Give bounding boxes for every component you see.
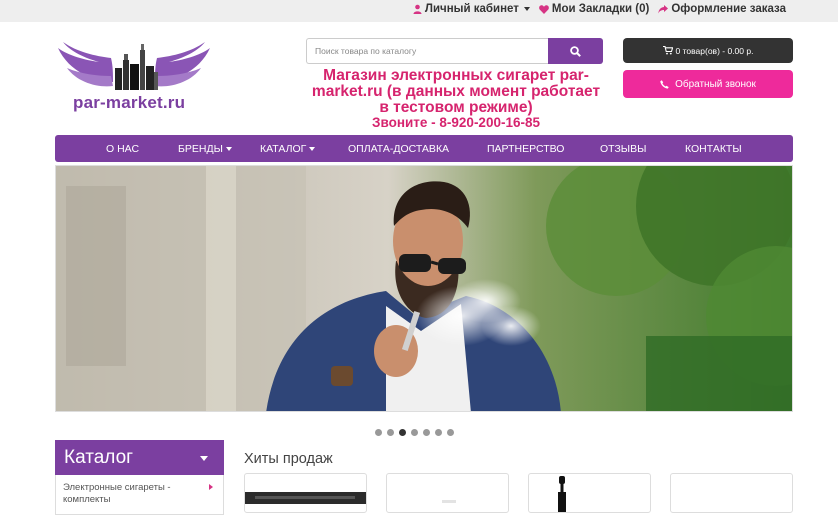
slider-dot[interactable] bbox=[387, 429, 394, 436]
phone-icon bbox=[660, 79, 669, 89]
nav-item-catalog[interactable]: КАТАЛОГ bbox=[260, 135, 316, 162]
product-card[interactable] bbox=[244, 473, 367, 513]
logo-text: par-market.ru bbox=[73, 93, 186, 112]
cart-button[interactable]: 0 товар(ов) - 0.00 р. bbox=[623, 38, 793, 63]
slider-pagination bbox=[375, 429, 454, 436]
nav-label: КОНТАКТЫ bbox=[685, 142, 742, 155]
section-title-bestsellers: Хиты продаж bbox=[244, 451, 333, 467]
slider-dot[interactable] bbox=[447, 429, 454, 436]
account-link[interactable]: Личный кабинет bbox=[413, 3, 530, 15]
nav-label: О НАС bbox=[106, 142, 140, 155]
main-nav: О НАС БРЕНДЫ КАТАЛОГ ОПЛАТА-ДОСТАВКА ПАР… bbox=[55, 135, 793, 162]
nav-label: ОТЗЫВЫ bbox=[600, 142, 647, 155]
callback-button[interactable]: Обратный звонок bbox=[623, 70, 793, 98]
chevron-down-icon bbox=[523, 7, 530, 11]
nav-label: ПАРТНЕРСТВО bbox=[487, 142, 565, 155]
catalog-item-e-cigarettes-kits[interactable]: Электронные сигареты - комплекты bbox=[63, 482, 203, 506]
account-label: Личный кабинет bbox=[424, 3, 519, 15]
phone-number: Звоните - 8-920-200-16-85 bbox=[372, 115, 540, 130]
checkout-link[interactable]: Оформление заказа bbox=[658, 3, 786, 15]
product-card[interactable] bbox=[386, 473, 509, 513]
search-button[interactable] bbox=[548, 38, 603, 64]
catalog-list: Электронные сигареты - комплекты bbox=[55, 475, 224, 515]
slider-dot[interactable] bbox=[435, 429, 442, 436]
product-card[interactable] bbox=[670, 473, 793, 513]
bookmarks-label: Мои Закладки (0) bbox=[551, 3, 650, 15]
nav-label: ОПЛАТА-ДОСТАВКА bbox=[348, 142, 450, 155]
checkout-label: Оформление заказа bbox=[671, 3, 786, 15]
bookmarks-link[interactable]: Мои Закладки (0) bbox=[539, 3, 649, 15]
product-image bbox=[442, 500, 456, 503]
nav-label: КАТАЛОГ bbox=[260, 142, 307, 155]
top-bar: Личный кабинет Мои Закладки (0) Оформлен… bbox=[0, 0, 838, 22]
product-card[interactable] bbox=[528, 473, 651, 513]
chevron-down-icon bbox=[225, 146, 232, 151]
nav-item-about[interactable]: О НАС bbox=[106, 135, 139, 162]
nav-label: БРЕНДЫ bbox=[178, 142, 223, 155]
search-icon bbox=[570, 45, 581, 57]
store-headline: Магазин электронных сигарет par-market.r… bbox=[311, 67, 601, 116]
nav-item-reviews[interactable]: ОТЗЫВЫ bbox=[600, 135, 646, 162]
chevron-down-icon bbox=[200, 456, 208, 461]
slider-dot[interactable] bbox=[411, 429, 418, 436]
chevron-down-icon bbox=[309, 146, 316, 151]
slider-dot[interactable] bbox=[375, 429, 382, 436]
search-input[interactable] bbox=[306, 38, 548, 64]
callback-label: Обратный звонок bbox=[675, 78, 756, 90]
user-icon bbox=[413, 4, 422, 14]
nav-item-partnership[interactable]: ПАРТНЕРСТВО bbox=[487, 135, 564, 162]
slider-dot[interactable] bbox=[423, 429, 430, 436]
nav-item-payment-delivery[interactable]: ОПЛАТА-ДОСТАВКА bbox=[348, 135, 449, 162]
catalog-panel-header[interactable]: Каталог bbox=[55, 440, 224, 475]
logo-wings-icon bbox=[58, 42, 210, 90]
nav-item-brands[interactable]: БРЕНДЫ bbox=[178, 135, 232, 162]
product-image bbox=[558, 476, 566, 512]
share-icon bbox=[658, 4, 669, 13]
nav-item-contacts[interactable]: КОНТАКТЫ bbox=[685, 135, 742, 162]
hero-slide-image bbox=[56, 166, 792, 411]
hero-slider[interactable] bbox=[55, 165, 793, 412]
catalog-title: Каталог bbox=[64, 446, 134, 468]
slider-dot[interactable] bbox=[399, 429, 406, 436]
product-image bbox=[245, 492, 366, 504]
chevron-right-icon bbox=[209, 484, 213, 490]
top-links: Личный кабинет Мои Закладки (0) Оформлен… bbox=[413, 3, 786, 15]
search-bar bbox=[306, 38, 603, 64]
cart-icon bbox=[662, 46, 673, 55]
cart-label: 0 товар(ов) - 0.00 р. bbox=[675, 45, 754, 56]
heart-icon bbox=[539, 4, 549, 14]
